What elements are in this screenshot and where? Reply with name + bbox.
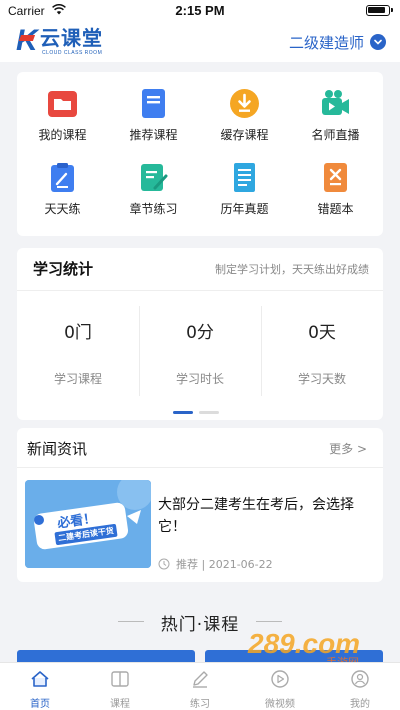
grid-item-chapter-practice[interactable]: 章节练习 — [108, 162, 199, 224]
stat-value: 0分 — [186, 323, 214, 343]
news-thumbnail[interactable]: 必看！ 二建考后读干货 — [25, 480, 151, 568]
status-bar: Carrier 2:15 PM — [0, 0, 400, 22]
feature-grid: 我的课程 推荐课程 缓存课程 名师直播 天天练 章节练习 历年真题 错题本 — [17, 72, 383, 236]
news-meta-text: 推荐 | 2021-06-22 — [176, 558, 273, 571]
logo-accent-mark — [18, 35, 36, 41]
wrong-notes-icon — [324, 163, 347, 192]
grid-item-label: 缓存课程 — [220, 128, 269, 142]
tab-label: 首页 — [30, 699, 50, 710]
stat-days[interactable]: 0天 学习天数 — [261, 306, 383, 396]
grid-item-my-courses[interactable]: 我的课程 — [17, 88, 108, 150]
tab-micro-video[interactable]: 微视频 — [240, 669, 320, 710]
grid-item-label: 名师直播 — [311, 128, 360, 142]
battery-icon — [366, 5, 393, 16]
tab-label: 我的 — [350, 699, 370, 710]
learning-stats-card: 学习统计 制定学习计划，天天练出好成绩 0门 学习课程 0分 学习时长 0天 学… — [17, 248, 383, 420]
clock-icon — [158, 558, 170, 570]
exam-type-label: 二级建造师 — [288, 33, 364, 52]
logo-text: 云课堂 — [40, 26, 103, 50]
grid-item-label: 章节练习 — [129, 202, 178, 216]
tab-label: 微视频 — [265, 699, 295, 710]
grid-item-live-teachers[interactable]: 名师直播 — [290, 88, 381, 150]
open-book-icon — [111, 671, 129, 687]
video-camera-icon — [322, 90, 349, 115]
grid-item-cached-courses[interactable]: 缓存课程 — [199, 88, 290, 150]
grid-item-label: 我的课程 — [38, 128, 87, 142]
notes-pen-icon — [141, 164, 168, 191]
bottom-tab-bar: 首页 课程 练习 微视频 我的 — [0, 662, 400, 710]
stats-title: 学习统计 — [33, 260, 94, 278]
tab-label: 课程 — [110, 699, 130, 710]
news-meta: 推荐 | 2021-06-22 — [158, 556, 273, 572]
news-headline[interactable]: 大部分二建考生在考后，会选择它！ — [158, 494, 376, 538]
grid-item-recommended-courses[interactable]: 推荐课程 — [108, 88, 199, 150]
divider — [256, 621, 282, 622]
stat-value: 0天 — [308, 323, 336, 343]
tab-mine[interactable]: 我的 — [320, 669, 400, 710]
tab-practice[interactable]: 练习 — [160, 669, 240, 710]
news-more-link[interactable]: 更多 > — [329, 440, 367, 457]
grid-item-wrong-answers[interactable]: 错题本 — [290, 162, 381, 224]
pager-dot-active[interactable] — [173, 411, 193, 414]
stat-label: 学习时长 — [175, 372, 224, 386]
news-card: 新闻资讯 更多 > 必看！ 二建考后读干货 大部分二建考生在考后，会选择它！ 推… — [17, 428, 383, 582]
folder-icon — [48, 91, 77, 117]
stat-duration[interactable]: 0分 学习时长 — [139, 306, 261, 396]
tab-home[interactable]: 首页 — [0, 669, 80, 710]
chevron-down-icon — [370, 34, 386, 50]
logo-k: K — [16, 26, 38, 56]
tab-courses[interactable]: 课程 — [80, 669, 160, 710]
logo-subtext: CLOUD CLASS ROOM — [42, 50, 103, 56]
app-header: K 云课堂 CLOUD CLASS ROOM 二级建造师 — [0, 22, 400, 62]
stat-label: 学习天数 — [297, 372, 346, 386]
user-icon — [351, 670, 369, 688]
news-section-title: 新闻资讯 — [27, 440, 88, 458]
grid-item-daily-practice[interactable]: 天天练 — [17, 162, 108, 224]
paper-scroll-icon — [234, 163, 255, 192]
home-icon — [31, 671, 49, 687]
grid-item-past-exams[interactable]: 历年真题 — [199, 162, 290, 224]
stat-value: 0门 — [64, 323, 92, 343]
grid-item-label: 错题本 — [317, 202, 354, 216]
grid-item-label: 推荐课程 — [129, 128, 178, 142]
app-logo: K 云课堂 CLOUD CLASS ROOM — [16, 26, 116, 58]
pencil-icon — [193, 671, 208, 688]
grid-item-label: 天天练 — [44, 202, 81, 216]
play-circle-icon — [271, 670, 289, 688]
divider — [17, 467, 383, 468]
stat-courses[interactable]: 0门 学习课程 — [17, 306, 139, 396]
exam-type-selector[interactable]: 二级建造师 — [289, 32, 386, 52]
stats-hint: 制定学习计划，天天练出好成绩 — [215, 263, 369, 276]
clock: 2:15 PM — [175, 3, 225, 18]
download-icon — [230, 89, 259, 118]
pager-dot[interactable] — [199, 411, 219, 414]
divider — [17, 290, 383, 291]
book-icon — [142, 89, 165, 118]
stat-label: 学习课程 — [53, 372, 102, 386]
clipboard-pen-icon — [51, 163, 74, 192]
grid-item-label: 历年真题 — [220, 202, 269, 216]
tab-label: 练习 — [190, 699, 210, 710]
